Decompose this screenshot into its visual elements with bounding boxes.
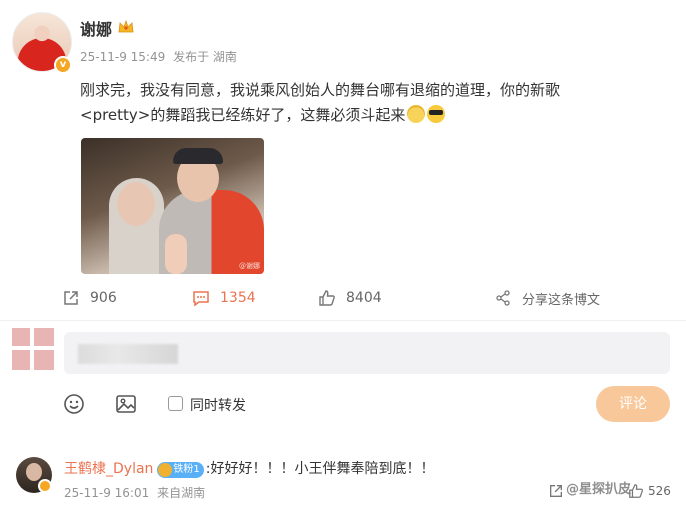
divider: [0, 320, 686, 321]
post-text-line-2-wrap: <pretty>的舞蹈我已经练好了，这舞必须斗起来: [80, 103, 640, 128]
post-source: 发布于 湖南: [173, 50, 237, 64]
photo-face-left: [117, 182, 155, 226]
post-action-bar: 906 1354 8404 分享这条博文: [62, 286, 672, 310]
emoji-picker-icon[interactable]: [62, 392, 86, 416]
verified-badge-icon: v: [54, 56, 72, 74]
reply-text: :好好好！！！小王伴舞奉陪到底！！: [205, 461, 435, 477]
comment-icon: [193, 291, 209, 307]
repost-checkbox-label[interactable]: 同时转发: [190, 395, 246, 415]
photo-cap: [173, 148, 223, 164]
fan-badge: 铁粉1: [157, 462, 204, 478]
post-date[interactable]: 25-11-9 15:49: [80, 50, 165, 64]
submit-comment-button[interactable]: 评论: [596, 386, 670, 422]
reply-source: 来自湖南: [157, 486, 206, 500]
image-upload-icon[interactable]: [114, 392, 138, 416]
comment-button[interactable]: 1354: [192, 286, 256, 310]
post-meta: 25-11-9 15:49 发布于 湖南: [80, 48, 241, 65]
chewing-emoji-icon: [407, 105, 426, 123]
blurred-placeholder: [78, 344, 178, 364]
my-avatar: [12, 328, 54, 370]
comment-count: 1354: [220, 290, 256, 306]
repost-count: 906: [90, 290, 117, 306]
reply-username[interactable]: 王鹤棣_Dylan: [64, 461, 153, 477]
repost-icon: [64, 291, 78, 305]
post-text-line-1: 刚求完，我没有同意，我说乘风创始人的舞台哪有退缩的道理，你的新歌: [80, 81, 561, 99]
thumbs-up-icon: [319, 290, 335, 306]
author-username[interactable]: 谢娜: [80, 16, 112, 40]
share-label: 分享这条博文: [522, 292, 601, 308]
like-count: 8404: [346, 290, 382, 306]
reply-like-count: 526: [648, 484, 671, 498]
post-header: v 谢娜 25-11-9 15:49 发布于 湖南: [12, 12, 672, 74]
repost-button[interactable]: 906: [62, 286, 117, 310]
share-button[interactable]: 分享这条博文: [494, 286, 600, 310]
share-icon: [496, 290, 510, 306]
reply-date: 25-11-9 16:01: [64, 486, 150, 500]
reply-verified-icon: [38, 479, 52, 493]
crown-icon: [118, 20, 134, 33]
reply-repost-icon[interactable]: [548, 483, 564, 499]
sunglasses-emoji-icon: [427, 105, 446, 123]
image-watermark: @谢娜: [239, 262, 260, 270]
post-text: 刚求完，我没有同意，我说乘风创始人的舞台哪有退缩的道理，你的新歌 <pretty…: [80, 78, 640, 128]
overlay-watermark: @星探扒皮: [566, 482, 632, 497]
reply-content: 王鹤棣_Dylan 铁粉1:好好好！！！小王伴舞奉陪到底！！: [64, 458, 435, 478]
reply-meta: 25-11-9 16:01 来自湖南: [64, 484, 209, 501]
post-image[interactable]: @谢娜: [81, 138, 264, 274]
post-text-line-2: <pretty>的舞蹈我已经练好了，这舞必须斗起来: [80, 106, 406, 124]
like-button[interactable]: 8404: [318, 286, 382, 310]
photo-hand: [165, 234, 187, 274]
repost-checkbox[interactable]: [168, 396, 183, 411]
